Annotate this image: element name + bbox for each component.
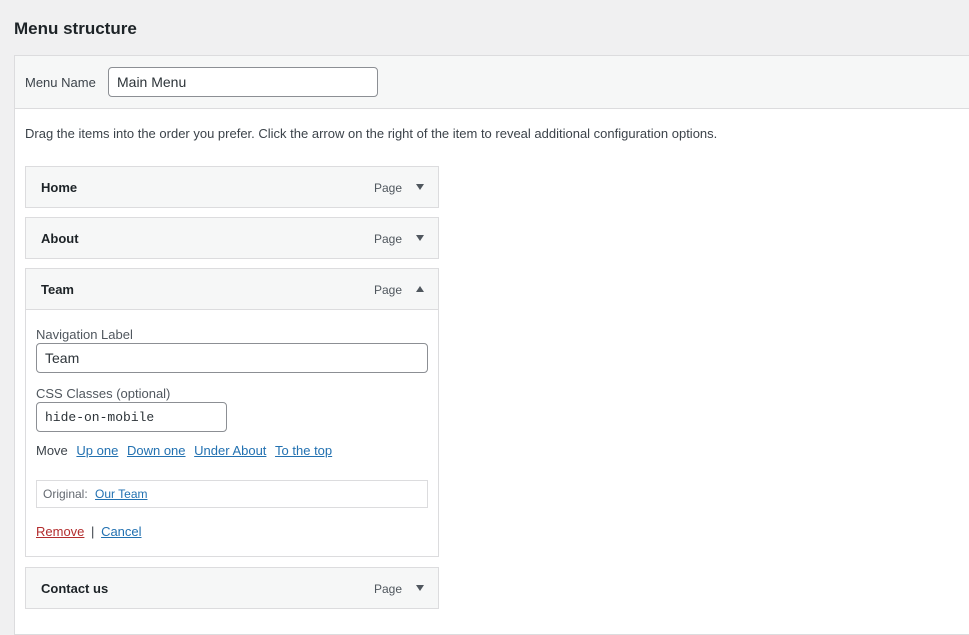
collapse-toggle-button[interactable]: [410, 279, 430, 299]
expand-toggle-button[interactable]: [410, 228, 430, 248]
menu-structure-panel: Menu Name Drag the items into the order …: [14, 55, 969, 635]
menu-item-title: Team: [41, 282, 74, 297]
original-link[interactable]: Our Team: [95, 487, 147, 501]
remove-link[interactable]: Remove: [36, 524, 84, 539]
original-label: Original:: [43, 487, 88, 501]
css-classes-input[interactable]: [36, 402, 227, 432]
expand-toggle-button[interactable]: [410, 177, 430, 197]
menu-item-type: Page: [373, 181, 402, 195]
menu-item-team[interactable]: Team Page Navigation Label CSS Classes (…: [25, 268, 439, 557]
menu-item-contact-us[interactable]: Contact us Page: [25, 567, 439, 609]
move-down-one-link[interactable]: Down one: [127, 443, 186, 458]
actions-separator: |: [91, 524, 95, 539]
menu-item-type: Page: [373, 582, 402, 596]
navigation-label-label: Navigation Label: [36, 327, 133, 342]
menu-item-title: About: [41, 231, 79, 246]
triangle-down-icon: [416, 184, 424, 190]
page-title: Menu structure: [14, 19, 137, 38]
move-controls: Move Up one Down one Under About To the …: [36, 443, 332, 458]
css-classes-label: CSS Classes (optional): [36, 386, 171, 401]
menu-item-type: Page: [373, 232, 402, 246]
menu-item-handle[interactable]: About Page: [26, 218, 438, 258]
move-label: Move: [36, 443, 68, 458]
menu-item-title: Home: [41, 180, 78, 195]
cancel-link[interactable]: Cancel: [101, 524, 141, 539]
menu-item-type: Page: [373, 283, 402, 297]
move-to-top-link[interactable]: To the top: [275, 443, 332, 458]
menu-item-handle[interactable]: Contact us Page: [26, 568, 438, 608]
menu-name-input[interactable]: [108, 67, 378, 97]
navigation-label-input[interactable]: [36, 343, 428, 373]
triangle-down-icon: [416, 585, 424, 591]
item-actions: Remove | Cancel: [36, 524, 142, 539]
menu-name-label: Menu Name: [25, 75, 96, 90]
menu-item-title: Contact us: [41, 581, 109, 596]
triangle-down-icon: [416, 235, 424, 241]
expand-toggle-button[interactable]: [410, 578, 430, 598]
menu-item-about[interactable]: About Page: [25, 217, 439, 259]
menu-item-home[interactable]: Home Page: [25, 166, 439, 208]
drag-instructions: Drag the items into the order you prefer…: [25, 126, 718, 141]
triangle-up-icon: [416, 286, 424, 292]
move-up-one-link[interactable]: Up one: [76, 443, 118, 458]
menu-item-handle[interactable]: Team Page: [26, 269, 438, 309]
menu-name-header: Menu Name: [15, 56, 969, 109]
menu-item-settings: Navigation Label CSS Classes (optional) …: [26, 309, 438, 556]
menu-item-handle[interactable]: Home Page: [26, 167, 438, 207]
original-info: Original: Our Team: [36, 480, 428, 508]
move-under-about-link[interactable]: Under About: [194, 443, 266, 458]
